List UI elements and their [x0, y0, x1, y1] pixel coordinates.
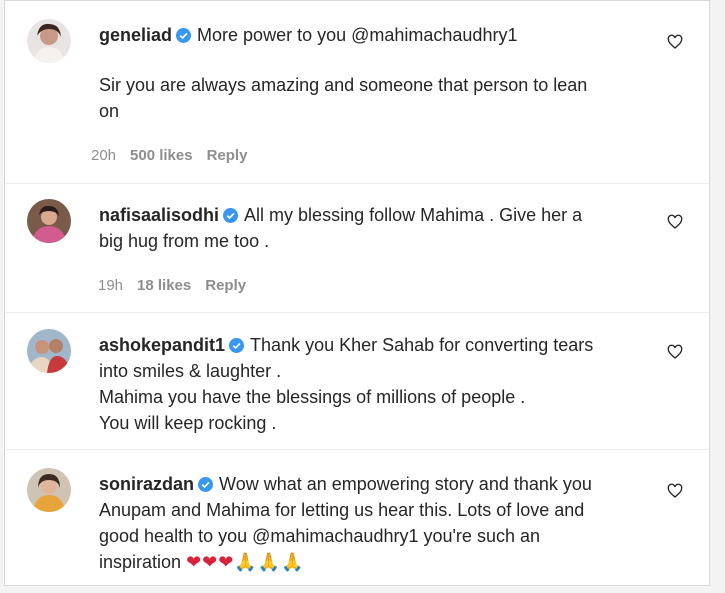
reply-button[interactable]: Reply [207, 147, 248, 164]
avatar[interactable] [27, 19, 71, 63]
reply-button[interactable]: Reply [205, 277, 246, 294]
divider [5, 183, 709, 184]
comments-panel: geneliad More power to you @mahimachaudhr… [4, 0, 710, 586]
likes-count[interactable]: 500 likes [130, 147, 193, 164]
comment-text-continued: Sir you are always amazing and someone t… [99, 72, 659, 124]
heart-outline-icon[interactable] [667, 483, 683, 499]
comment-body-line: Anupam and Mahima for letting us hear th… [99, 500, 585, 520]
verified-badge-icon [229, 338, 245, 353]
verified-badge-icon [198, 477, 214, 492]
likes-count[interactable]: 18 likes [137, 277, 191, 294]
divider [5, 449, 709, 450]
username-link[interactable]: geneliad [99, 25, 172, 45]
comment-meta: 19h 18 likes Reply [98, 277, 260, 294]
heart-outline-icon[interactable] [667, 34, 683, 50]
comment-body: Wow what an empowering story and thank y… [219, 474, 592, 494]
comment-body: All my blessing follow Mahima . Give her… [244, 205, 583, 225]
comment-body-line: inspiration [99, 552, 182, 572]
comment-text: ashokepandit1 Thank you Kher Sahab for co… [99, 332, 659, 436]
username-link[interactable]: sonirazdan [99, 474, 194, 494]
comment-text: geneliad More power to you @mahimachaudhr… [99, 22, 659, 48]
comment-time: 20h [91, 147, 117, 164]
heart-outline-icon[interactable] [667, 214, 683, 230]
comment-body-line: You will keep rocking . [99, 413, 277, 433]
comment-text: nafisaalisodhi All my blessing follow Mah… [99, 202, 659, 254]
avatar[interactable] [27, 329, 71, 373]
heart-outline-icon[interactable] [667, 344, 683, 360]
username-link[interactable]: nafisaalisodhi [99, 205, 219, 225]
comment-meta: 20h 500 likes Reply [91, 147, 261, 164]
comment-body-line: big hug from me too . [99, 231, 270, 251]
comment-text: sonirazdan Wow what an empowering story a… [99, 471, 659, 575]
avatar[interactable] [27, 199, 71, 243]
username-link[interactable]: ashokepandit1 [99, 335, 225, 355]
verified-badge-icon [223, 208, 239, 223]
comment-body: Thank you Kher Sahab for converting tear… [250, 335, 594, 355]
comment-body-line: Sir you are always amazing and someone t… [99, 75, 588, 95]
avatar[interactable] [27, 468, 71, 512]
comment-time: 19h [98, 277, 124, 294]
comment-body-line: into smiles & laughter . [99, 361, 282, 381]
verified-badge-icon [176, 28, 192, 43]
comment-body-line: on [99, 101, 120, 121]
comment-body: More power to you @mahimachaudhry1 [197, 25, 518, 45]
divider [5, 312, 709, 313]
comment-body-line: Mahima you have the blessings of million… [99, 387, 526, 407]
comment-body-line: good health to you @mahimachaudhry1 you'… [99, 526, 540, 546]
emoji-reactions: ❤❤❤🙏🙏🙏 [186, 552, 305, 572]
